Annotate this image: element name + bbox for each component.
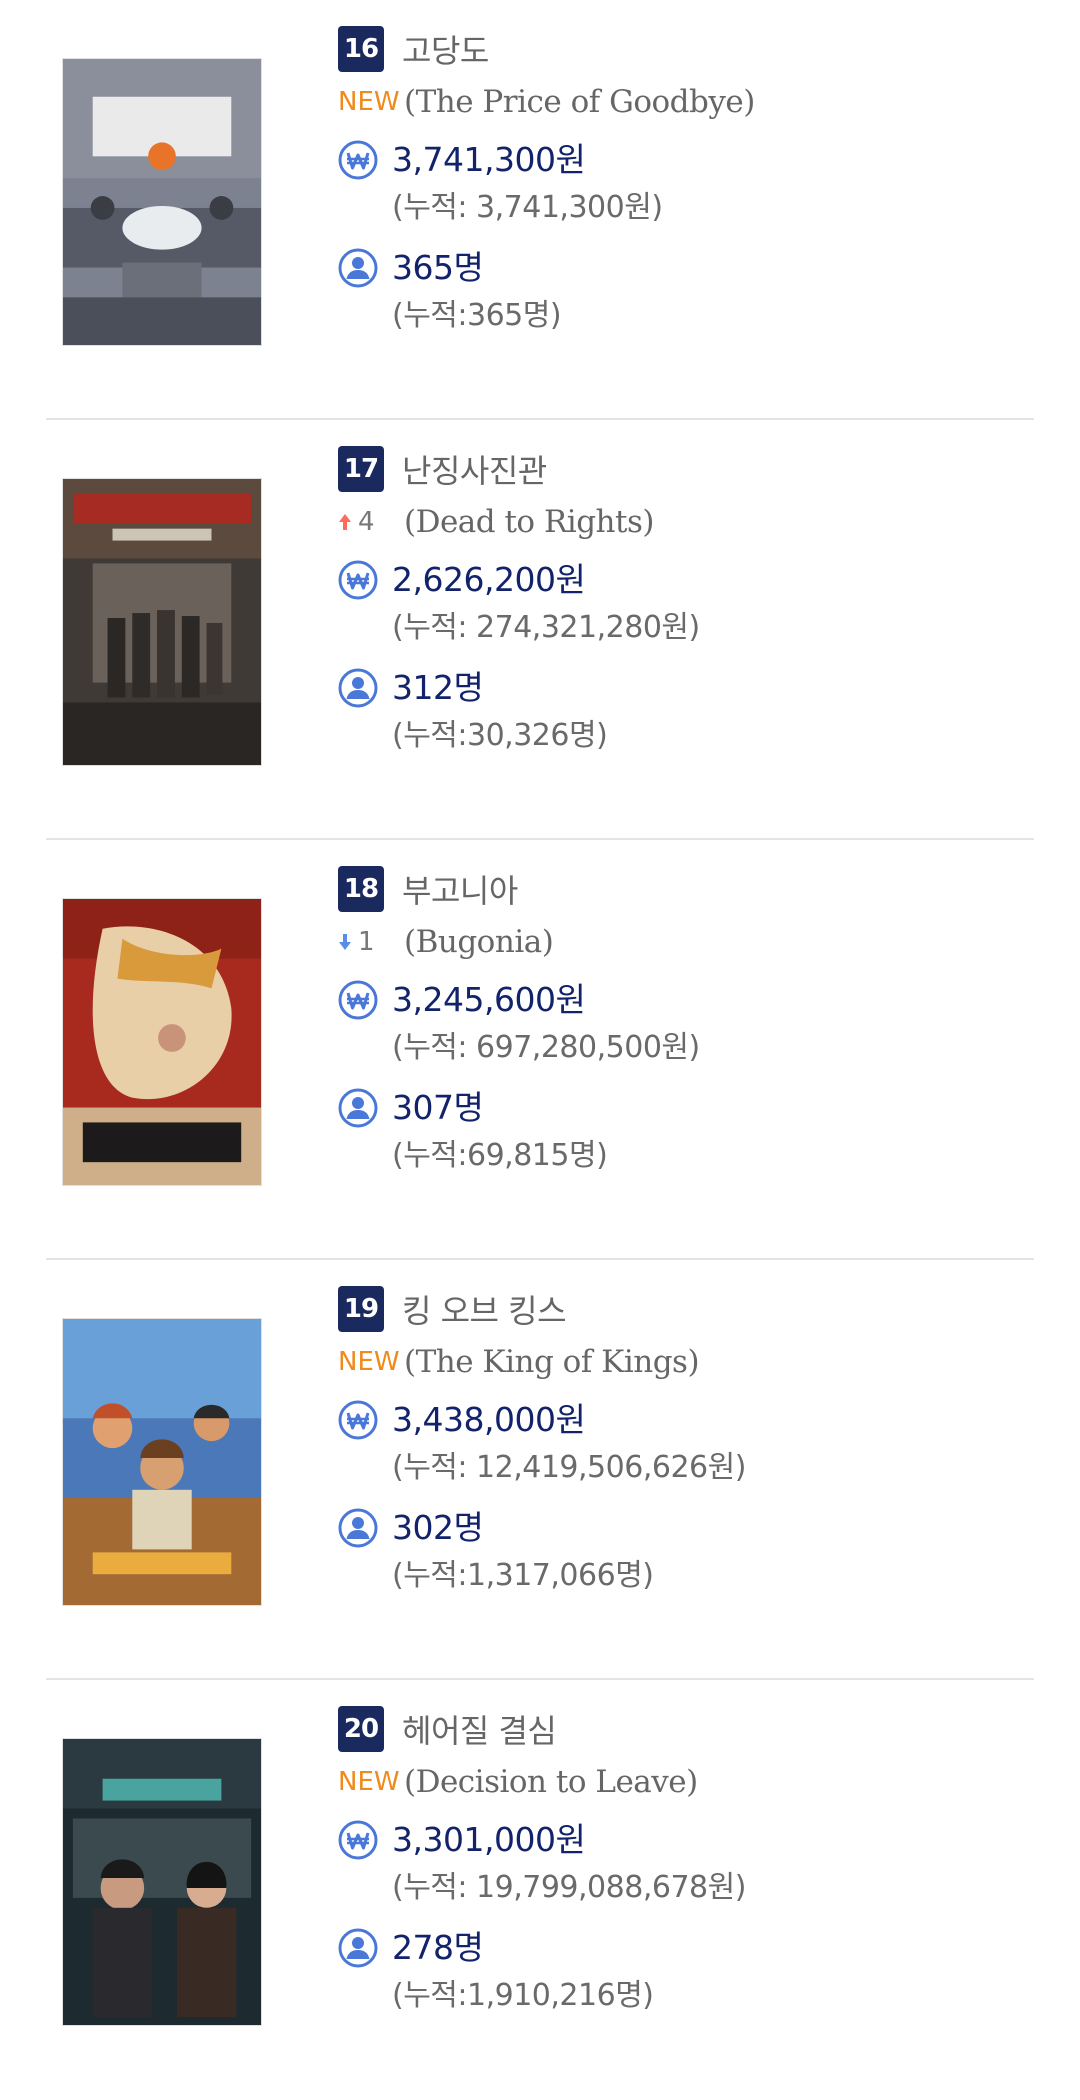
rank-change-down: 1 — [338, 927, 404, 957]
box-office-list: 16 고당도 NEW (The Price of Goodbye) 3,741,… — [0, 0, 1080, 2100]
cumulative-sales: (누적: 697,280,500원) — [392, 1030, 700, 1065]
daily-audience: 365명 — [392, 248, 484, 287]
daily-audience: 307명 — [392, 1088, 484, 1127]
rank-change-label: 4 — [358, 507, 375, 537]
movie-poster[interactable] — [62, 478, 262, 766]
daily-audience: 312명 — [392, 668, 484, 707]
audience-metric: 312명 (누적:30,326명) — [338, 666, 998, 756]
movie-poster[interactable] — [62, 1318, 262, 1606]
daily-sales: 3,438,000원 — [392, 1400, 586, 1439]
sales-metric: 3,438,000원 (누적: 12,419,506,626원) — [338, 1398, 998, 1488]
person-icon — [338, 668, 378, 708]
sales-metric: 3,741,300원 (누적: 3,741,300원) — [338, 138, 998, 228]
movie-list-item[interactable]: 19 킹 오브 킹스 NEW (The King of Kings) 3,438… — [46, 1260, 1034, 1680]
movie-poster[interactable] — [62, 58, 262, 346]
arrow-up-icon — [339, 514, 351, 530]
cumulative-sales: (누적: 3,741,300원) — [392, 190, 663, 225]
daily-sales: 3,301,000원 — [392, 1820, 586, 1859]
sales-metric: 2,626,200원 (누적: 274,321,280원) — [338, 558, 998, 648]
movie-list-item[interactable]: 18 부고니아 1 (Bugonia) 3,245,600원 (누적: 697,… — [46, 840, 1034, 1260]
won-currency-icon — [338, 140, 378, 180]
rank-change-new-badge: NEW — [338, 1347, 404, 1377]
rank-badge: 17 — [338, 446, 384, 492]
daily-sales: 3,245,600원 — [392, 980, 586, 1019]
movie-title-english: (Bugonia) — [404, 924, 554, 960]
daily-sales: 2,626,200원 — [392, 560, 586, 599]
movie-title-korean[interactable]: 킹 오브 킹스 — [402, 1286, 567, 1332]
rank-change-new-badge: NEW — [338, 87, 404, 117]
person-icon — [338, 248, 378, 288]
rank-badge: 16 — [338, 26, 384, 72]
rank-change-new-badge: NEW — [338, 1767, 404, 1797]
cumulative-audience: (누적:1,317,066명) — [392, 1558, 654, 1593]
person-icon — [338, 1928, 378, 1968]
movie-list-item[interactable]: 17 난징사진관 4 (Dead to Rights) 2,626,200원 (… — [46, 420, 1034, 840]
sales-metric: 3,301,000원 (누적: 19,799,088,678원) — [338, 1818, 998, 1908]
rank-badge: 18 — [338, 866, 384, 912]
daily-audience: 302명 — [392, 1508, 484, 1547]
cumulative-audience: (누적:1,910,216명) — [392, 1978, 654, 2013]
arrow-down-icon — [339, 934, 351, 950]
person-icon — [338, 1088, 378, 1128]
won-currency-icon — [338, 560, 378, 600]
movie-title-english: (Dead to Rights) — [404, 504, 654, 540]
sales-metric: 3,245,600원 (누적: 697,280,500원) — [338, 978, 998, 1068]
rank-change-label: 1 — [358, 927, 375, 957]
movie-title-english: (Decision to Leave) — [404, 1764, 698, 1800]
rank-change-up: 4 — [338, 507, 404, 537]
audience-metric: 302명 (누적:1,317,066명) — [338, 1506, 998, 1596]
cumulative-sales: (누적: 274,321,280원) — [392, 610, 700, 645]
rank-badge: 20 — [338, 1706, 384, 1752]
won-currency-icon — [338, 980, 378, 1020]
movie-list-item[interactable]: 16 고당도 NEW (The Price of Goodbye) 3,741,… — [46, 0, 1034, 420]
cumulative-sales: (누적: 19,799,088,678원) — [392, 1870, 746, 1905]
movie-list-item[interactable]: 20 헤어질 결심 NEW (Decision to Leave) 3,301,… — [46, 1680, 1034, 2100]
rank-badge: 19 — [338, 1286, 384, 1332]
cumulative-sales: (누적: 12,419,506,626원) — [392, 1450, 746, 1485]
rank-change-label: NEW — [338, 87, 400, 117]
movie-title-korean[interactable]: 부고니아 — [402, 866, 518, 912]
audience-metric: 365명 (누적:365명) — [338, 246, 998, 336]
movie-poster[interactable] — [62, 898, 262, 1186]
audience-metric: 278명 (누적:1,910,216명) — [338, 1926, 998, 2016]
person-icon — [338, 1508, 378, 1548]
movie-title-english: (The King of Kings) — [404, 1344, 700, 1380]
cumulative-audience: (누적:365명) — [392, 298, 562, 333]
rank-change-label: NEW — [338, 1767, 400, 1797]
movie-poster[interactable] — [62, 1738, 262, 2026]
audience-metric: 307명 (누적:69,815명) — [338, 1086, 998, 1176]
rank-change-label: NEW — [338, 1347, 400, 1377]
won-currency-icon — [338, 1820, 378, 1860]
daily-sales: 3,741,300원 — [392, 140, 586, 179]
daily-audience: 278명 — [392, 1928, 484, 1967]
movie-title-korean[interactable]: 고당도 — [402, 26, 489, 72]
cumulative-audience: (누적:30,326명) — [392, 718, 608, 753]
movie-title-korean[interactable]: 헤어질 결심 — [402, 1706, 557, 1752]
won-currency-icon — [338, 1400, 378, 1440]
movie-title-korean[interactable]: 난징사진관 — [402, 446, 547, 492]
movie-title-english: (The Price of Goodbye) — [404, 84, 755, 120]
cumulative-audience: (누적:69,815명) — [392, 1138, 608, 1173]
